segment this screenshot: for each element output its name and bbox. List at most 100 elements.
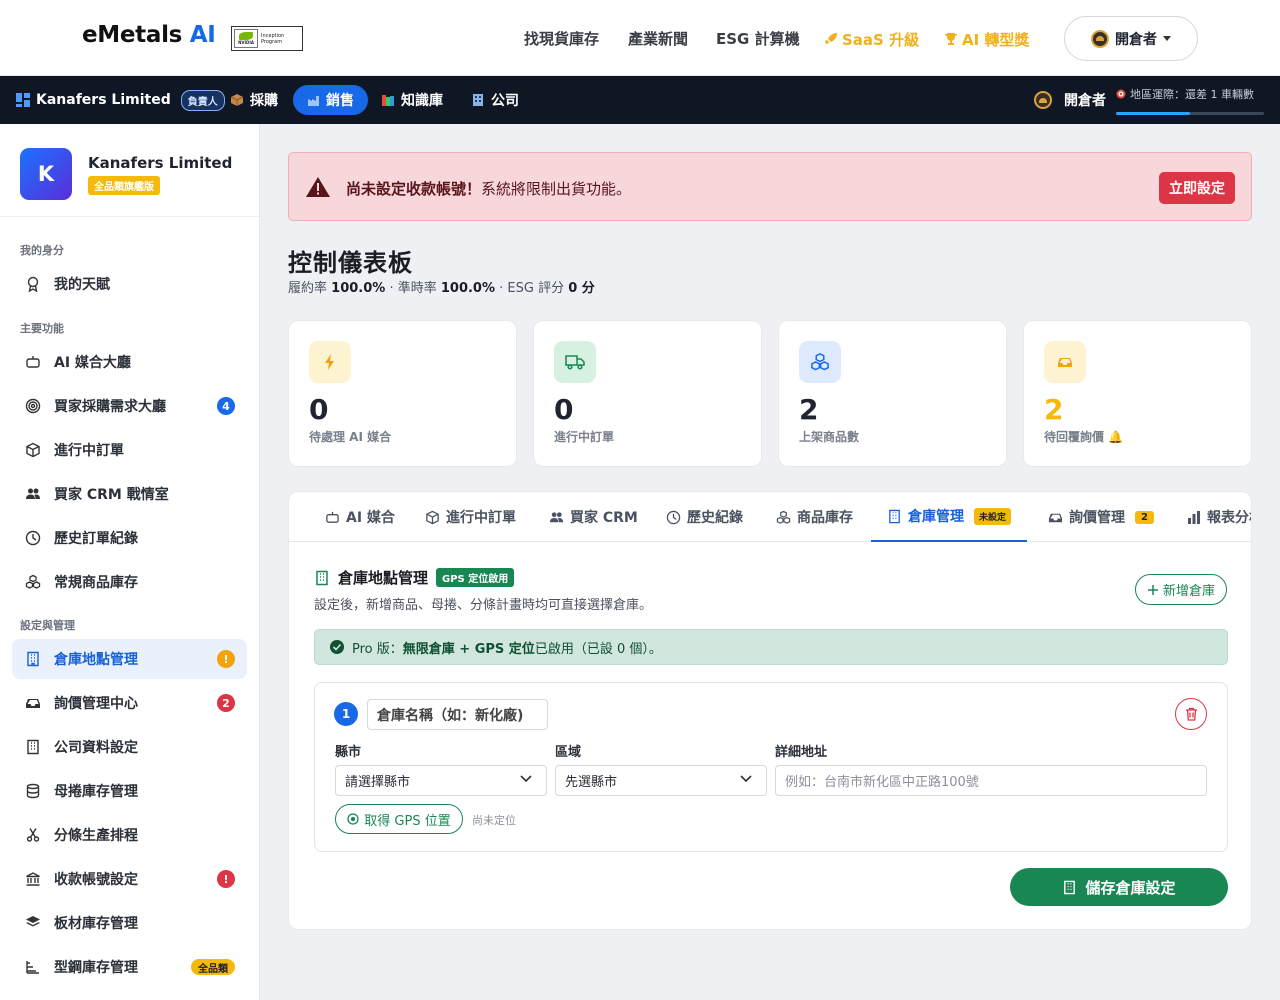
save-warehouse-button[interactable]: 儲存倉庫設定 [1010, 868, 1228, 906]
nav-company[interactable]: 公司 [471, 76, 519, 124]
nav-ai-award[interactable]: AI 轉型獎 [943, 28, 1029, 50]
county-label: 縣市 [335, 745, 362, 760]
check-circle-icon [330, 640, 344, 654]
pro-plan-notice: Pro 版：無限倉庫 + GPS 定位已啟用（已設 0 個）。 [314, 629, 1228, 665]
warehouse-name-input[interactable]: 倉庫名稱（如：新化廠) [367, 699, 548, 730]
county-select[interactable]: 請選擇縣市 [335, 765, 547, 796]
nav-knowledge-base[interactable]: 知識庫 [381, 76, 443, 124]
region-progress-bar [1116, 112, 1264, 115]
plus-icon [1147, 584, 1159, 596]
section-main: 主要功能 [20, 322, 64, 335]
sidebar-item-inquiry-center[interactable]: 詢價管理中心 2 [12, 683, 247, 723]
bank-icon [24, 870, 42, 888]
boxes-icon [799, 341, 841, 383]
robot-icon [24, 353, 42, 371]
layers-icon [24, 914, 42, 932]
stat-card-active-orders[interactable]: 0 進行中訂單 [533, 320, 762, 467]
sidebar-item-slitting-schedule[interactable]: 分條生產排程 [12, 815, 247, 855]
status-badge: 未設定 [974, 507, 1012, 525]
sidebar-item-plate-stock[interactable]: 板材庫存管理 [12, 903, 247, 943]
top-header: eMetals AI NVIDIA Inception Program 找現貨庫存… [0, 0, 1280, 76]
main-navbar: Kanafers Limited 負責人 採購 銷售 知識庫 公司 開倉者 地區… [0, 76, 1280, 124]
gps-enabled-badge: GPS 定位啟用 [436, 568, 515, 587]
avatar [1091, 29, 1109, 48]
role-badge: 負責人 [180, 89, 225, 111]
stat-card-ai-matching[interactable]: 0 待處理 AI 媒合 [288, 320, 517, 467]
tab-active-orders[interactable]: 進行中訂單 [425, 492, 516, 542]
plan-badge: 全品類旗艦版 [88, 176, 160, 195]
tab-ai-matching[interactable]: AI 媒合 [325, 492, 395, 542]
sidebar-item-active-orders[interactable]: 進行中訂單 [12, 430, 247, 470]
warning-badge: ! [217, 650, 235, 668]
building-icon [24, 738, 42, 756]
company-avatar: K [20, 148, 72, 200]
building-icon [314, 570, 330, 586]
stat-label: 待處理 AI 媒合 [309, 430, 392, 444]
sidebar-item-order-history[interactable]: 歷史訂單紀錄 [12, 518, 247, 558]
district-select[interactable]: 先選縣市 [555, 765, 767, 796]
warehouse-entry-card: 1 倉庫名稱（如：新化廠) 縣市 區域 詳細地址 請選擇縣市 先選縣市 例如：台… [314, 682, 1228, 852]
nav-industry-news[interactable]: 產業新聞 [628, 28, 688, 50]
sidebar-item-buyer-demand[interactable]: 買家採購需求大廳 4 [12, 386, 247, 426]
inbox-icon [24, 694, 42, 712]
navbar-user[interactable]: 開倉者 [1034, 76, 1106, 124]
sidebar-item-warehouse[interactable]: 倉庫地點管理 ! [12, 639, 247, 679]
trophy-icon [943, 31, 959, 47]
tab-warehouse[interactable]: 倉庫管理 未設定 [871, 492, 1028, 542]
count-badge: 4 [217, 397, 235, 415]
company-switcher[interactable]: Kanafers Limited 負責人 [16, 76, 225, 124]
box-icon [230, 93, 244, 107]
award-icon [24, 275, 42, 293]
sidebar-item-regular-stock[interactable]: 常規商品庫存 [12, 562, 247, 602]
nav-esg-calculator[interactable]: ESG 計算機 [716, 28, 800, 50]
tab-history[interactable]: 歷史紀錄 [666, 492, 743, 542]
tab-product-stock[interactable]: 商品庫存 [776, 492, 853, 542]
brand-logo[interactable]: eMetals AI [82, 22, 216, 48]
tab-reports[interactable]: 報表分析 [1187, 492, 1251, 542]
nav-find-stock[interactable]: 找現貨庫存 [524, 28, 599, 50]
nav-saas-upgrade[interactable]: SaaS 升級 [823, 28, 919, 50]
tab-bar: AI 媒合 進行中訂單 買家 CRM 歷史紀錄 商品庫存 倉庫管理 未設定 詢價管… [289, 492, 1251, 542]
warning-triangle-icon [305, 176, 331, 198]
nav-purchasing[interactable]: 採購 [230, 76, 278, 124]
tab-inquiry[interactable]: 詢價管理 2 [1048, 492, 1154, 542]
lightning-icon [309, 341, 351, 383]
inbox-icon [1044, 341, 1086, 383]
sidebar-item-talent[interactable]: 我的天賦 [12, 264, 247, 304]
box-icon [425, 510, 440, 525]
clock-icon [666, 510, 681, 525]
stat-value: 0 [309, 393, 329, 426]
sidebar-item-ai-matching[interactable]: AI 媒合大廳 [12, 342, 247, 382]
nav-sales[interactable]: 銷售 [293, 76, 368, 124]
target-icon [1116, 89, 1126, 99]
avatar [1034, 91, 1052, 109]
setup-now-button[interactable]: 立即設定 [1159, 172, 1235, 204]
clock-icon [24, 529, 42, 547]
add-warehouse-button[interactable]: 新增倉庫 [1135, 574, 1227, 605]
user-menu-button[interactable]: 開倉者 [1064, 16, 1198, 61]
boxes-icon [24, 573, 42, 591]
list-tree-icon [24, 958, 42, 976]
get-gps-button[interactable]: 取得 GPS 位置 [335, 804, 463, 834]
stat-card-listed-products[interactable]: 2 上架商品數 [778, 320, 1007, 467]
warehouse-section-title: 倉庫地點管理 GPS 定位啟用 [314, 567, 515, 588]
dashboard-icon [16, 93, 30, 107]
count-badge: 2 [1135, 510, 1154, 524]
nvidia-logo-icon: NVIDIA [234, 29, 258, 48]
address-input[interactable]: 例如：台南市新化區中正路100號 [775, 765, 1207, 796]
sidebar-item-steel-section-stock[interactable]: 型鋼庫存管理 全品類 [12, 947, 247, 987]
sidebar-item-company-settings[interactable]: 公司資料設定 [12, 727, 247, 767]
rocket-icon [823, 31, 839, 47]
warning-badge: ! [217, 870, 235, 888]
stat-card-pending-inquiries[interactable]: 2 待回覆詢價 🔔 [1023, 320, 1252, 467]
delete-warehouse-button[interactable] [1175, 698, 1207, 730]
sidebar-item-payment-account[interactable]: 收款帳號設定 ! [12, 859, 247, 899]
bar-chart-icon [1187, 510, 1201, 524]
section-settings: 設定與管理 [20, 619, 75, 632]
sidebar-item-buyer-crm[interactable]: 買家 CRM 戰情室 [12, 474, 247, 514]
box-icon [24, 441, 42, 459]
truck-icon [554, 341, 596, 383]
tab-buyer-crm[interactable]: 買家 CRM [549, 492, 638, 542]
chevron-down-icon [740, 775, 752, 783]
sidebar-item-coil-stock[interactable]: 母捲庫存管理 [12, 771, 247, 811]
